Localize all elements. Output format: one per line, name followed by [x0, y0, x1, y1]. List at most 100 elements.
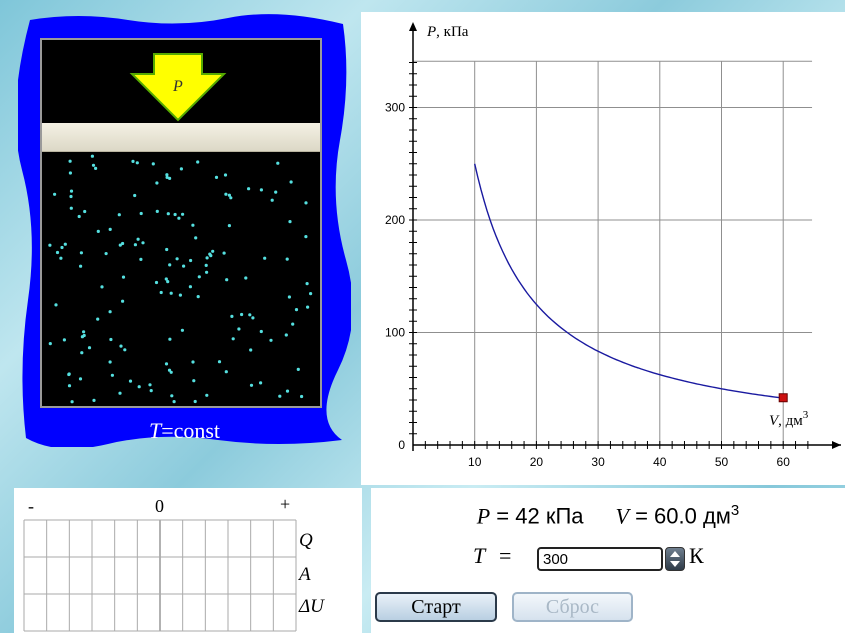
- gas-molecule: [141, 241, 145, 245]
- gas-molecule: [139, 257, 143, 261]
- gas-molecule: [193, 399, 197, 404]
- gas-molecule: [274, 190, 278, 194]
- gas-molecule: [191, 360, 195, 364]
- gas-molecule: [92, 398, 96, 402]
- gas-molecule: [151, 162, 155, 166]
- gas-molecule: [104, 252, 108, 256]
- energy-label-du: ΔU: [299, 596, 324, 617]
- pv-readout: P = 42 кПа V = 60.0 дм3: [371, 502, 845, 529]
- gas-molecule: [109, 337, 113, 342]
- gas-molecule: [244, 276, 248, 280]
- gas-molecule: [94, 166, 98, 170]
- pressure-symbol: P: [476, 503, 491, 529]
- reset-button[interactable]: Сброс: [512, 592, 633, 622]
- gas-molecule: [208, 252, 212, 256]
- temperature-row: T = К: [371, 543, 845, 577]
- gas-molecule: [225, 278, 229, 282]
- gas-molecule: [165, 175, 169, 179]
- isotherm-curve: [474, 163, 784, 399]
- gas-molecule: [165, 247, 169, 252]
- spin-up-icon[interactable]: [670, 551, 680, 557]
- gas-molecule: [166, 212, 170, 216]
- y-tick-label: 0: [398, 438, 405, 452]
- temperature-unit: К: [689, 543, 704, 568]
- gas-molecule: [285, 257, 289, 261]
- gas-molecule: [121, 241, 125, 246]
- gas-molecule: [136, 237, 140, 241]
- gas-molecule: [172, 400, 176, 404]
- x-tick-label: 10: [468, 455, 482, 469]
- gas-molecule: [79, 264, 83, 268]
- gas-molecule: [189, 258, 193, 263]
- gas-molecule: [214, 175, 219, 179]
- gas-molecule: [164, 277, 168, 281]
- gas-molecule: [87, 346, 92, 350]
- gas-molecule: [205, 270, 209, 274]
- gas-molecule: [80, 351, 84, 355]
- gas-molecule: [197, 275, 201, 279]
- gas-molecule: [211, 249, 215, 253]
- gas-molecule: [62, 338, 66, 342]
- gas-molecule: [296, 367, 300, 371]
- gas-molecule: [217, 360, 222, 364]
- temperature-spinner[interactable]: [665, 547, 685, 571]
- temp-const-text: =const: [161, 418, 221, 443]
- gas-molecule: [148, 383, 152, 387]
- gas-molecule: [259, 188, 263, 192]
- gas-molecule: [77, 214, 81, 219]
- start-button[interactable]: Старт: [375, 592, 497, 622]
- gas-molecule: [79, 251, 83, 255]
- gas-molecule: [82, 333, 86, 338]
- gas-molecule: [83, 209, 87, 214]
- volume-unit-sup: 3: [730, 502, 740, 519]
- gas-molecule: [289, 180, 293, 184]
- volume-symbol: V: [615, 503, 629, 529]
- y-tick-label: 100: [385, 326, 405, 340]
- readout-panel: P = 42 кПа V = 60.0 дм3 T = К Старт Сброс: [371, 488, 845, 633]
- gas-molecule: [288, 220, 292, 224]
- gas-molecule: [251, 316, 255, 320]
- x-tick-label: 40: [653, 455, 667, 469]
- gas-molecule: [230, 314, 234, 318]
- gas-molecule: [178, 293, 182, 297]
- gas-molecule: [304, 235, 308, 239]
- y-axis-arrow-icon: [409, 22, 417, 31]
- gas-molecule: [181, 212, 185, 216]
- gas-molecule: [135, 161, 139, 165]
- energy-label-a: A: [299, 564, 311, 585]
- gas-molecule: [167, 368, 172, 372]
- gas-molecule: [154, 280, 159, 285]
- gas-molecule: [291, 322, 295, 326]
- gas-molecule: [117, 213, 121, 217]
- gas-molecule: [191, 223, 195, 227]
- gas-molecule: [60, 245, 64, 250]
- gas-molecule: [131, 159, 135, 163]
- gas-molecule: [63, 242, 67, 246]
- x-tick-label: 20: [530, 455, 544, 469]
- gas-molecule: [309, 292, 313, 296]
- gas-molecule: [240, 312, 244, 317]
- gas-molecule: [168, 337, 172, 341]
- gas-molecules: [48, 154, 313, 404]
- x-tick-label: 50: [715, 455, 729, 469]
- energy-balance-panel: - 0 + Q A ΔU: [14, 488, 362, 633]
- gas-molecule: [78, 377, 83, 381]
- gas-molecule: [110, 373, 114, 377]
- x-tick-label: 60: [777, 455, 791, 469]
- temperature-symbol: T: [473, 543, 486, 568]
- gas-molecule: [108, 227, 112, 231]
- gas-molecule: [108, 360, 112, 364]
- pressure-value: = 42 кПа: [490, 503, 584, 529]
- gas-chamber: P: [40, 38, 322, 408]
- gas-molecule: [68, 171, 72, 175]
- gas-molecule: [237, 327, 241, 331]
- gas-molecule: [108, 310, 112, 314]
- temperature-input[interactable]: [537, 547, 663, 571]
- spin-down-icon[interactable]: [670, 561, 680, 567]
- gas-molecule: [48, 243, 52, 247]
- gas-molecule: [168, 263, 172, 267]
- state-point-marker[interactable]: [778, 393, 788, 403]
- gas-molecule: [306, 305, 310, 309]
- y-tick-label: 300: [385, 101, 405, 115]
- temp-symbol: T: [148, 418, 162, 443]
